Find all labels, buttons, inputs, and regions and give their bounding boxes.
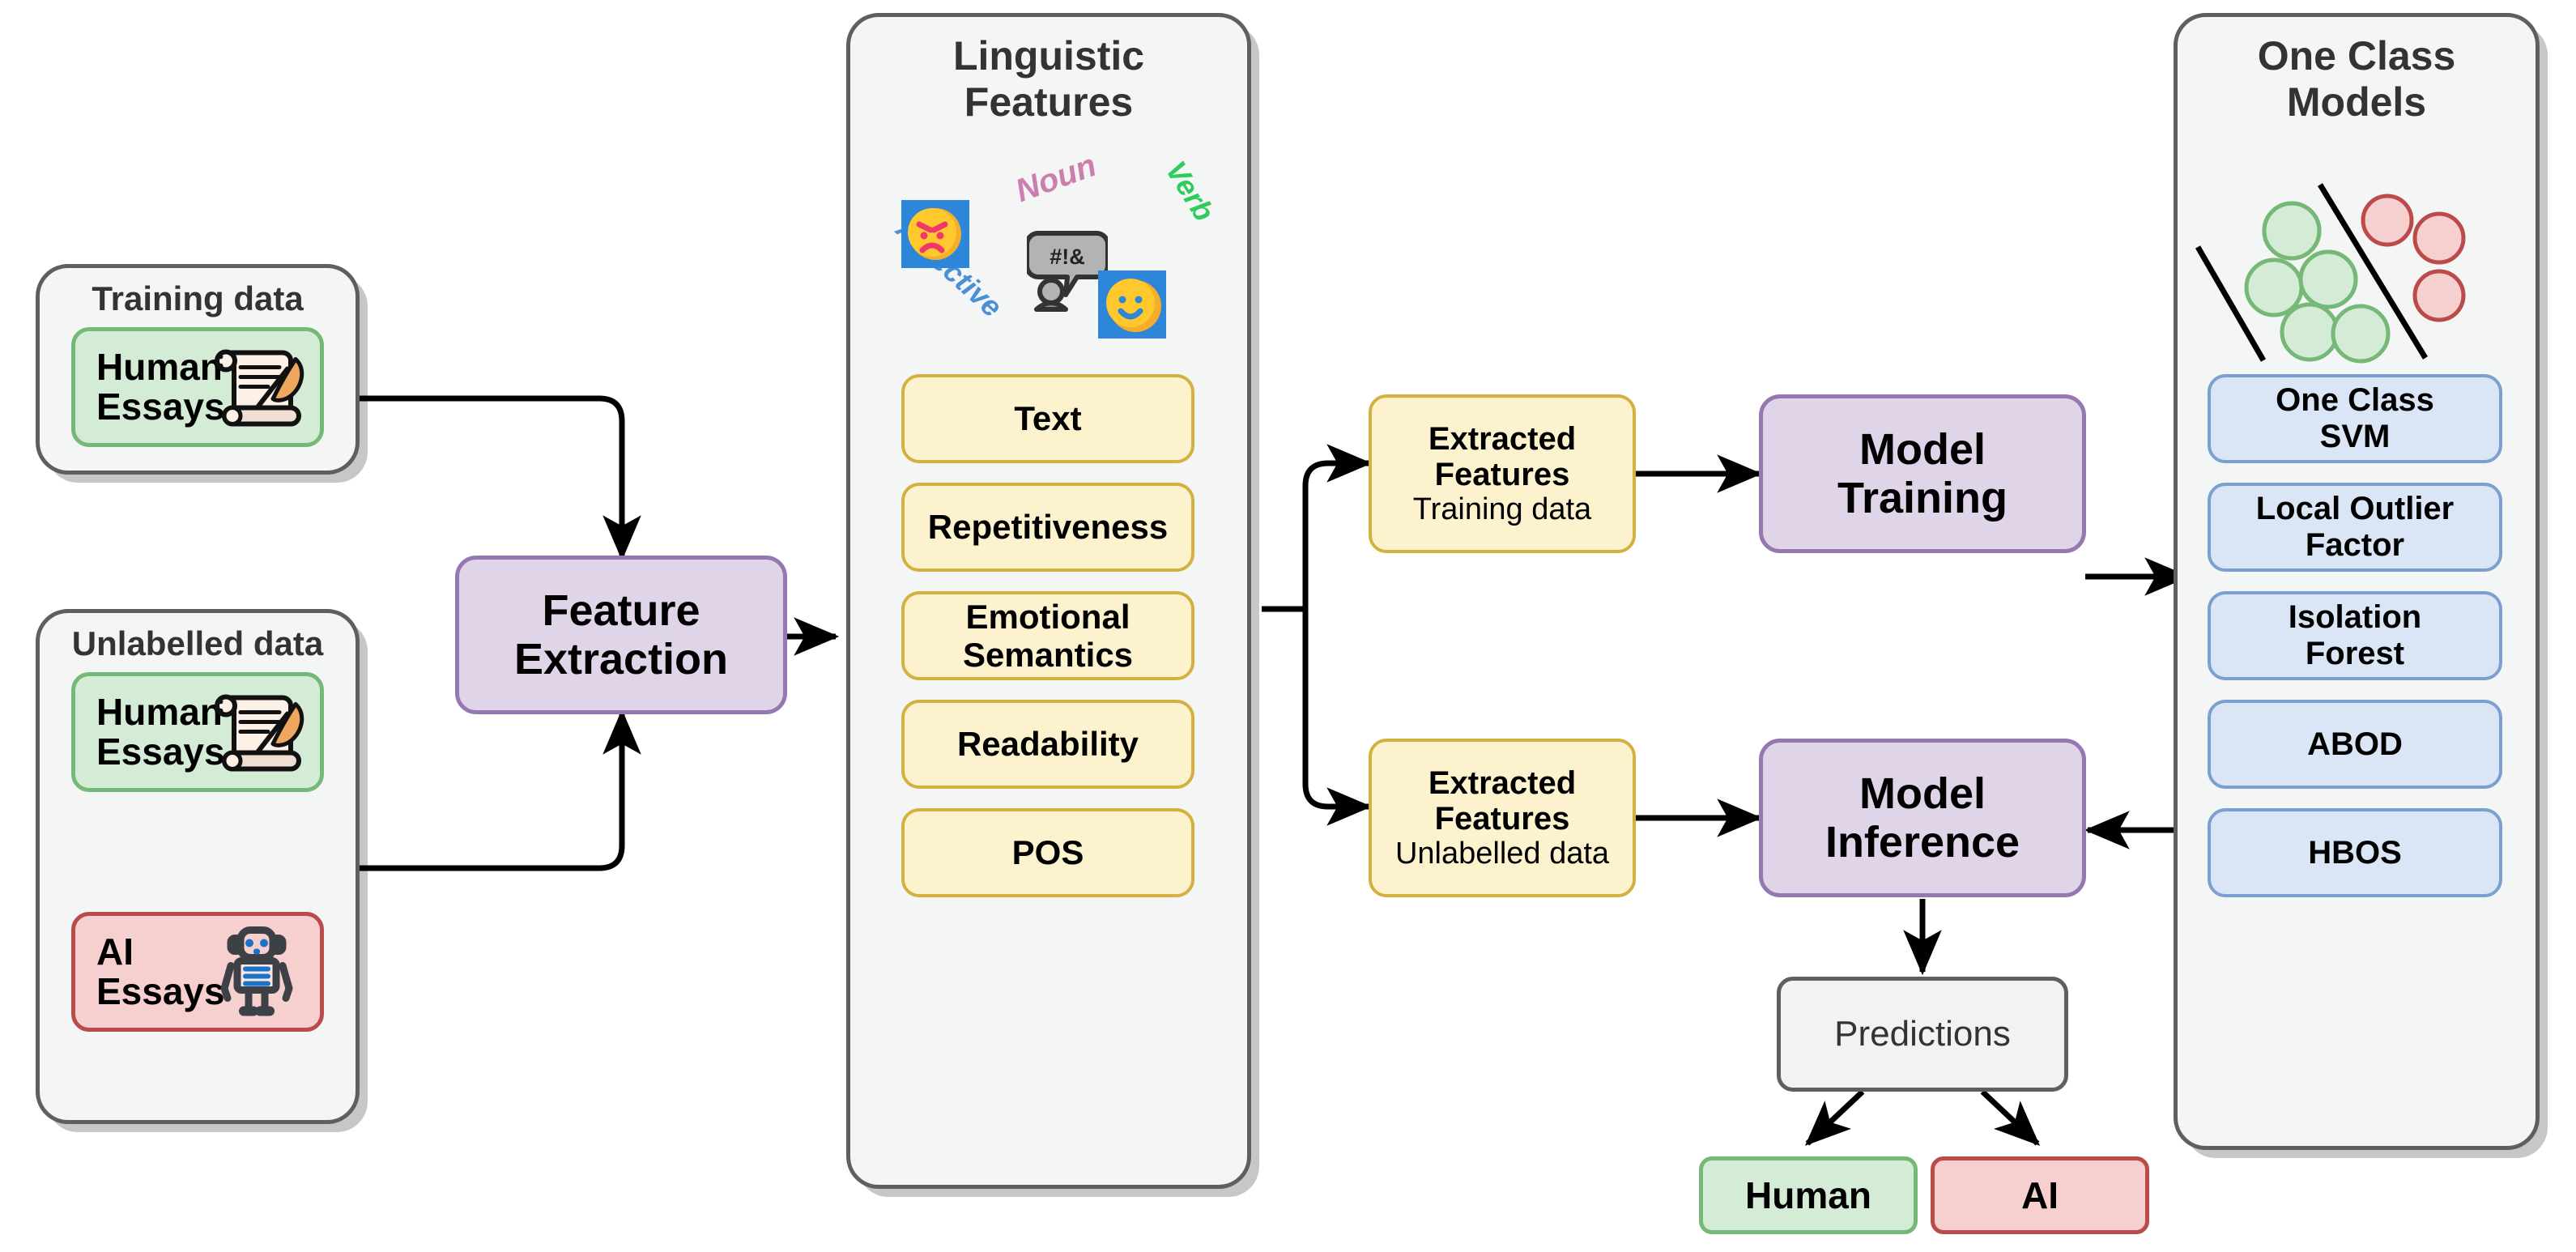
wire-split-to-unlabelled-features: [1302, 609, 1373, 826]
prediction-human-box[interactable]: Human: [1699, 1156, 1918, 1234]
extracted-features-training-box[interactable]: Extracted Features Training data: [1369, 394, 1636, 553]
unlabelled-human-essays-card[interactable]: Human Essays: [71, 672, 324, 792]
model-card-local-outlier-factor[interactable]: Local Outlier Factor: [2208, 483, 2502, 572]
model-card-one-class-svm[interactable]: One Class SVM: [2208, 374, 2502, 463]
training-human-essays-label: Human Essays: [96, 346, 225, 428]
model-card-isolation-forest-label: Isolation Forest: [2288, 599, 2422, 671]
diagram-canvas: Training data Human Essays Unlabelled da…: [0, 0, 2576, 1252]
extracted-features-training-title: Extracted Features: [1428, 420, 1577, 492]
feature-card-text[interactable]: Text: [901, 374, 1194, 463]
model-card-local-outlier-factor-label: Local Outlier Factor: [2255, 491, 2455, 563]
feature-card-emotional-semantics[interactable]: Emotional Semantics: [901, 591, 1194, 680]
model-inference-box[interactable]: Model Inference: [1759, 739, 2086, 897]
one-class-models-title: One Class Models: [2257, 33, 2456, 125]
extracted-features-unlabelled-subtitle: Unlabelled data: [1394, 836, 1610, 871]
swear-glyph: #!&: [1050, 245, 1085, 269]
model-card-abod-label: ABOD: [2307, 726, 2403, 762]
feature-card-text-label: Text: [1014, 399, 1082, 438]
model-card-hbos[interactable]: HBOS: [2208, 808, 2502, 897]
model-card-abod[interactable]: ABOD: [2208, 700, 2502, 789]
feature-extraction-label: Feature Extraction: [513, 586, 729, 683]
unlabelled-data-title: Unlabelled data: [71, 624, 324, 662]
feature-extraction-box[interactable]: Feature Extraction: [455, 556, 787, 714]
angry-face-emoji: [901, 200, 969, 268]
prediction-human-label: Human: [1745, 1174, 1871, 1216]
feature-card-readability-label: Readability: [956, 725, 1139, 764]
model-training-label: Model Training: [1837, 424, 2008, 522]
model-inference-label: Model Inference: [1824, 769, 2020, 867]
unlabelled-ai-essays-card[interactable]: AI Essays: [71, 912, 324, 1032]
outlier-points: [2361, 194, 2466, 322]
extracted-features-unlabelled-title: Extracted Features: [1428, 764, 1577, 837]
unlabelled-human-essays-label: Human Essays: [96, 691, 225, 773]
smiling-face-emoji: [1098, 270, 1166, 339]
speech-bubble-swearing-icon: #!&: [1024, 227, 1110, 313]
prediction-ai-label: AI: [2021, 1174, 2059, 1216]
model-card-one-class-svm-label: One Class SVM: [2276, 382, 2434, 454]
wire-split-to-training-features: [1302, 444, 1373, 609]
extracted-features-training-subtitle: Training data: [1412, 492, 1592, 526]
scroll-quill-icon: [211, 340, 305, 435]
feature-card-readability[interactable]: Readability: [901, 700, 1194, 789]
prediction-ai-box[interactable]: AI: [1931, 1156, 2149, 1234]
predictions-box[interactable]: Predictions: [1777, 977, 2068, 1092]
training-human-essays-card[interactable]: Human Essays: [71, 327, 324, 447]
predictions-label: Predictions: [1834, 1014, 2011, 1054]
training-data-title: Training data: [92, 279, 304, 317]
feature-card-emotional-semantics-label: Emotional Semantics: [962, 597, 1134, 674]
feature-card-pos-label: POS: [1011, 833, 1084, 872]
unlabelled-ai-essays-label: AI Essays: [96, 930, 225, 1012]
linguistic-features-title: Linguistic Features: [952, 33, 1145, 125]
feature-card-pos[interactable]: POS: [901, 808, 1194, 897]
wire-predictions-to-ai: [1980, 1089, 2041, 1146]
model-card-hbos-label: HBOS: [2308, 834, 2402, 871]
wire-predictions-to-human: [1804, 1089, 1865, 1146]
model-training-box[interactable]: Model Training: [1759, 394, 2086, 553]
feature-card-repetitiveness[interactable]: Repetitiveness: [901, 483, 1194, 572]
feature-card-repetitiveness-label: Repetitiveness: [927, 508, 1169, 547]
one-class-scatter-illustration: [2186, 170, 2527, 373]
model-card-isolation-forest[interactable]: Isolation Forest: [2208, 591, 2502, 680]
scroll-quill-icon: [211, 685, 305, 780]
robot-icon: [213, 922, 300, 1022]
extracted-features-unlabelled-box[interactable]: Extracted Features Unlabelled data: [1369, 739, 1636, 897]
